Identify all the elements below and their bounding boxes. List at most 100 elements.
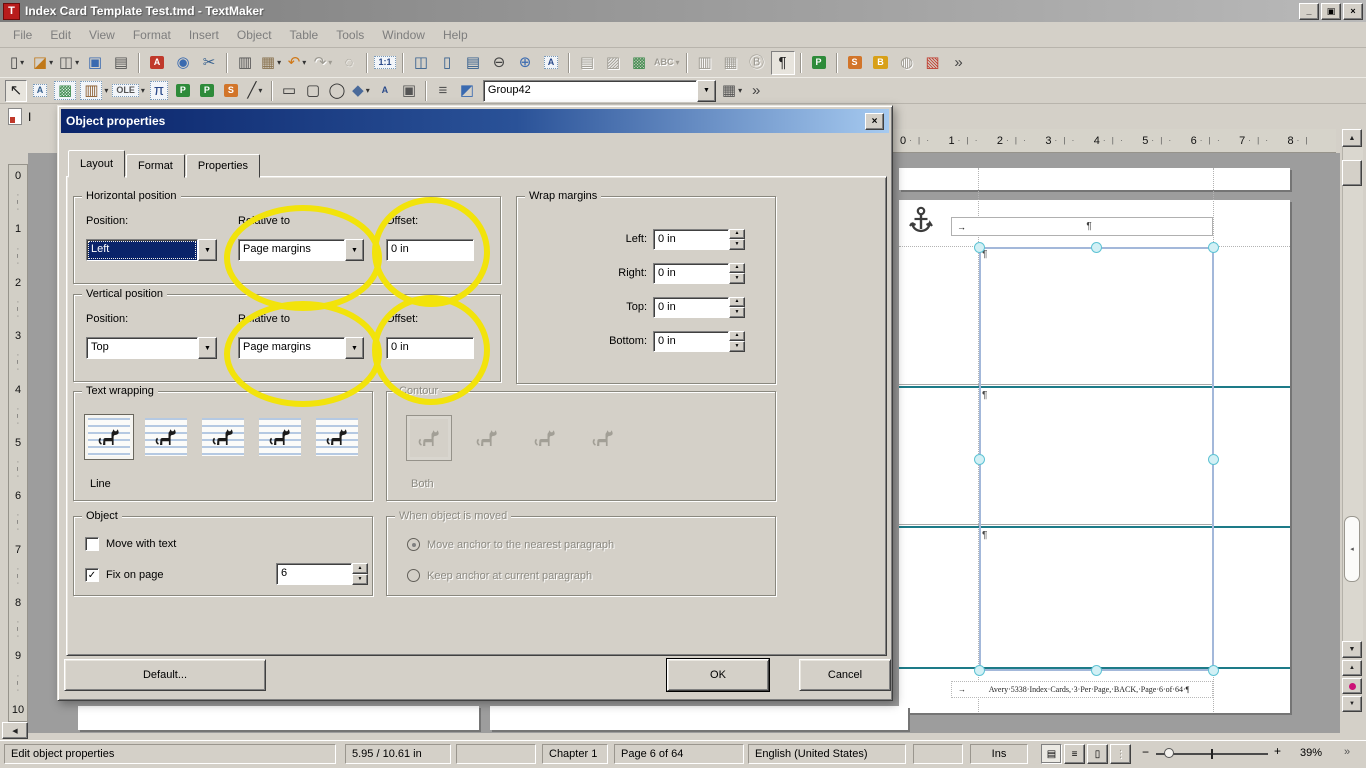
format-paintbrush-button[interactable]: ▨ ▾ <box>601 51 625 75</box>
spinner[interactable]: ▲ ▼ <box>729 331 745 352</box>
character-dialog-button[interactable]: A ▾ <box>539 51 563 75</box>
wrap-through-button[interactable] <box>316 418 358 456</box>
menu-item[interactable]: Table <box>281 24 328 46</box>
fix-page-number-field[interactable]: 6 <box>276 563 352 585</box>
zoom-in-button[interactable]: ⊕ ▾ <box>513 51 537 75</box>
spin-down-icon[interactable]: ▼ <box>729 239 745 250</box>
planmaker-object-button[interactable]: P ▾ <box>172 80 194 102</box>
view-single-page-button[interactable]: ▯ ▾ <box>435 51 459 75</box>
document-tab-icon[interactable] <box>8 108 22 125</box>
rounded-rectangle-tool-button[interactable]: ▢ ▾ <box>302 80 324 102</box>
selection-handle[interactable] <box>1208 665 1219 676</box>
toolbar-overflow-button[interactable]: » ▾ <box>745 80 767 102</box>
report-button[interactable]: ▧ ▾ <box>921 51 945 75</box>
toolbar-button[interactable]: ▾ <box>138 53 140 73</box>
split-view-handle[interactable]: ◂ <box>1344 516 1360 582</box>
page-setup-button[interactable]: ▤ ▾ <box>575 51 599 75</box>
spinner[interactable]: ▲ ▼ <box>729 229 745 250</box>
move-with-text-checkbox[interactable] <box>85 537 99 551</box>
print-button[interactable]: ▤ ▾ <box>109 51 133 75</box>
selection-handle[interactable] <box>1091 242 1102 253</box>
toolbar-overflow-button[interactable]: » ▾ <box>947 51 971 75</box>
order-button[interactable]: ≡ ▾ <box>432 80 454 102</box>
ok-button[interactable]: OK <box>667 659 769 691</box>
keep-anchor-radio[interactable] <box>407 569 420 582</box>
scroll-up-button[interactable]: ▲ <box>1342 129 1362 147</box>
dialog-tab[interactable]: Properties <box>186 154 260 178</box>
spin-up-icon[interactable]: ▲ <box>729 263 745 274</box>
planmaker-range-button[interactable]: P ▾ <box>196 80 218 102</box>
columns-button[interactable]: ▦ ▾ <box>719 51 743 75</box>
selection-handle[interactable] <box>974 665 985 676</box>
zoom-out-button[interactable]: ⊖ ▾ <box>487 51 511 75</box>
toolbar-button[interactable]: ▾ <box>686 53 688 73</box>
chart-frame-button[interactable]: ▥ ▾ <box>79 80 109 102</box>
select-tool-button[interactable]: ↖ ▾ <box>5 80 27 102</box>
script-object-button[interactable]: S ▾ <box>220 80 242 102</box>
selected-object-frame[interactable] <box>979 247 1214 671</box>
wrap-margin-field[interactable]: 0 in <box>653 229 729 250</box>
menu-item[interactable]: View <box>80 24 124 46</box>
save-button[interactable]: ▣ ▾ <box>83 51 107 75</box>
selection-handle[interactable] <box>974 454 985 465</box>
pdf-export-button[interactable]: A ▾ <box>145 51 169 75</box>
basic-ide-button[interactable]: B ▾ <box>869 51 893 75</box>
object-properties-button[interactable]: ◩ ▾ <box>456 80 478 102</box>
restore-button[interactable]: ▣ <box>1321 3 1341 20</box>
scroll-down-button[interactable]: ▼ <box>1342 641 1362 658</box>
ellipse-tool-button[interactable]: ◯ ▾ <box>326 80 348 102</box>
spinner[interactable]: ▲ ▼ <box>729 263 745 284</box>
dialog-tab[interactable]: Layout <box>68 150 125 178</box>
toolbar-button[interactable]: ▾ <box>226 53 228 73</box>
spin-down-icon[interactable]: ▼ <box>352 574 368 585</box>
toolbar-button[interactable]: ▾ <box>836 53 838 73</box>
spin-up-icon[interactable]: ▲ <box>729 229 745 240</box>
bold-toggle-button[interactable]: Ⓑ ▾ <box>745 51 769 75</box>
new-document-button[interactable]: ▯ ▾ <box>5 51 29 75</box>
selection-handle[interactable] <box>974 242 985 253</box>
combo-arrow-icon[interactable]: ▼ <box>697 80 716 102</box>
zoom-out-control[interactable]: − <box>1142 745 1149 759</box>
presentations-button[interactable]: S ▾ <box>843 51 867 75</box>
spin-up-icon[interactable]: ▲ <box>729 297 745 308</box>
menu-item[interactable]: Format <box>124 24 180 46</box>
wrap-in-line-button[interactable] <box>88 418 130 456</box>
wrap-margin-field[interactable]: 0 in <box>653 331 729 352</box>
wrap-margin-field[interactable]: 0 in <box>653 263 729 284</box>
horizontal-position-value[interactable]: Left <box>86 239 198 261</box>
statusbar-overflow-button[interactable]: » <box>1344 746 1350 758</box>
toolbar-button[interactable]: ▾ <box>800 53 802 73</box>
repeat-button[interactable]: ◌ ▾ <box>337 51 361 75</box>
selection-handle[interactable] <box>1208 454 1219 465</box>
menu-item[interactable]: Insert <box>180 24 228 46</box>
open-button[interactable]: ◪ ▾ <box>31 51 55 75</box>
textart-button[interactable]: A ▾ <box>374 80 396 102</box>
minimize-button[interactable]: _ <box>1299 3 1319 20</box>
cut-button[interactable]: ✂ ▾ <box>197 51 221 75</box>
spellcheck-button[interactable]: ABC ▾ <box>653 51 681 75</box>
scroll-left-button[interactable]: ◀ <box>2 722 28 739</box>
status-draft-view-button[interactable]: ≡ <box>1064 744 1085 764</box>
toolbar-button[interactable]: ▾ <box>271 81 273 101</box>
spin-up-icon[interactable]: ▲ <box>729 331 745 342</box>
frame-tool-button[interactable]: ▣ ▾ <box>398 80 420 102</box>
horizontal-position-combobox[interactable]: Left ▼ <box>86 239 217 261</box>
paste-button[interactable]: ▦ ▾ <box>259 51 283 75</box>
menu-item[interactable]: Tools <box>327 24 373 46</box>
close-button[interactable]: × <box>1343 3 1363 20</box>
wrap-right-button[interactable] <box>202 418 244 456</box>
status-page-view-button[interactable]: ▯ <box>1087 744 1108 764</box>
dialog-title-bar[interactable]: Object properties × <box>61 109 889 133</box>
planmaker-button[interactable]: P ▾ <box>807 51 831 75</box>
header-text-frame[interactable]: → ¶ <box>951 217 1213 236</box>
spinner[interactable]: ▲ ▼ <box>352 563 368 585</box>
wrap-margin-field[interactable]: 0 in <box>653 297 729 318</box>
toolbar-button[interactable]: ▾ <box>568 53 570 73</box>
copy-button[interactable]: ▥ ▾ <box>233 51 257 75</box>
rectangle-tool-button[interactable]: ▭ ▾ <box>278 80 300 102</box>
undo-button[interactable]: ↶ ▾ <box>285 51 309 75</box>
autoshape-tool-button[interactable]: ◆ ▾ <box>350 80 372 102</box>
menu-item[interactable]: Edit <box>41 24 80 46</box>
thesaurus-button[interactable]: ▥ ▾ <box>693 51 717 75</box>
table-grid-button[interactable]: ▦ ▾ <box>721 80 743 102</box>
